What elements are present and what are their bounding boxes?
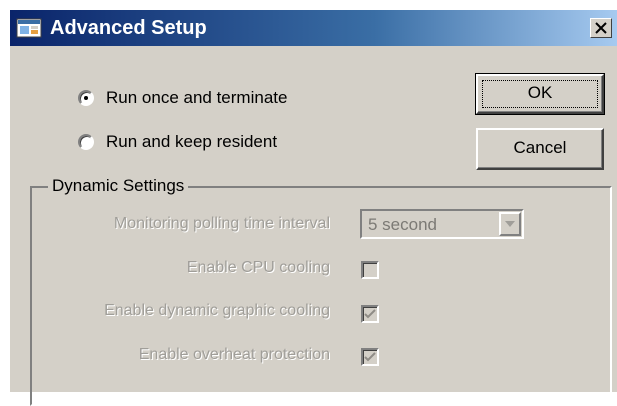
checkmark-icon — [364, 352, 376, 362]
window-title: Advanced Setup — [50, 17, 207, 39]
graphic-cooling-checkbox[interactable] — [361, 305, 379, 323]
radio-selected-dot — [84, 96, 88, 100]
polling-interval-label: Monitoring polling time interval — [113, 215, 330, 232]
advanced-setup-dialog: Advanced Setup Run once and terminate Ru… — [8, 8, 617, 406]
close-icon — [595, 22, 607, 34]
cancel-button[interactable]: Cancel — [476, 128, 604, 170]
overheat-protection-label: Enable overheat protection — [138, 346, 330, 363]
graphic-cooling-label: Enable dynamic graphic cooling — [104, 302, 330, 319]
chevron-down-icon — [505, 221, 515, 227]
ok-button-label: OK — [527, 83, 553, 102]
radio-run-once-circle[interactable] — [78, 90, 94, 106]
dynamic-settings-title: Dynamic Settings — [48, 176, 189, 196]
polling-interval-select[interactable]: 5 second — [360, 209, 524, 239]
radio-run-once-label: Run once and terminate — [106, 88, 288, 107]
app-window-icon — [16, 17, 42, 39]
radio-run-resident-label: Run and keep resident — [106, 132, 278, 151]
dropdown-arrow-button[interactable] — [499, 212, 521, 236]
cancel-button-label: Cancel — [513, 138, 567, 157]
title-bar[interactable]: Advanced Setup — [10, 10, 617, 46]
radio-run-resident-circle[interactable] — [78, 134, 94, 150]
checkmark-icon — [364, 309, 376, 319]
cpu-cooling-checkbox[interactable] — [361, 261, 379, 279]
ok-button[interactable]: OK — [475, 73, 605, 115]
close-button[interactable] — [590, 18, 612, 38]
polling-interval-value: 5 second — [368, 215, 437, 234]
cpu-cooling-label: Enable CPU cooling — [186, 259, 330, 276]
overheat-protection-checkbox[interactable] — [361, 348, 379, 366]
